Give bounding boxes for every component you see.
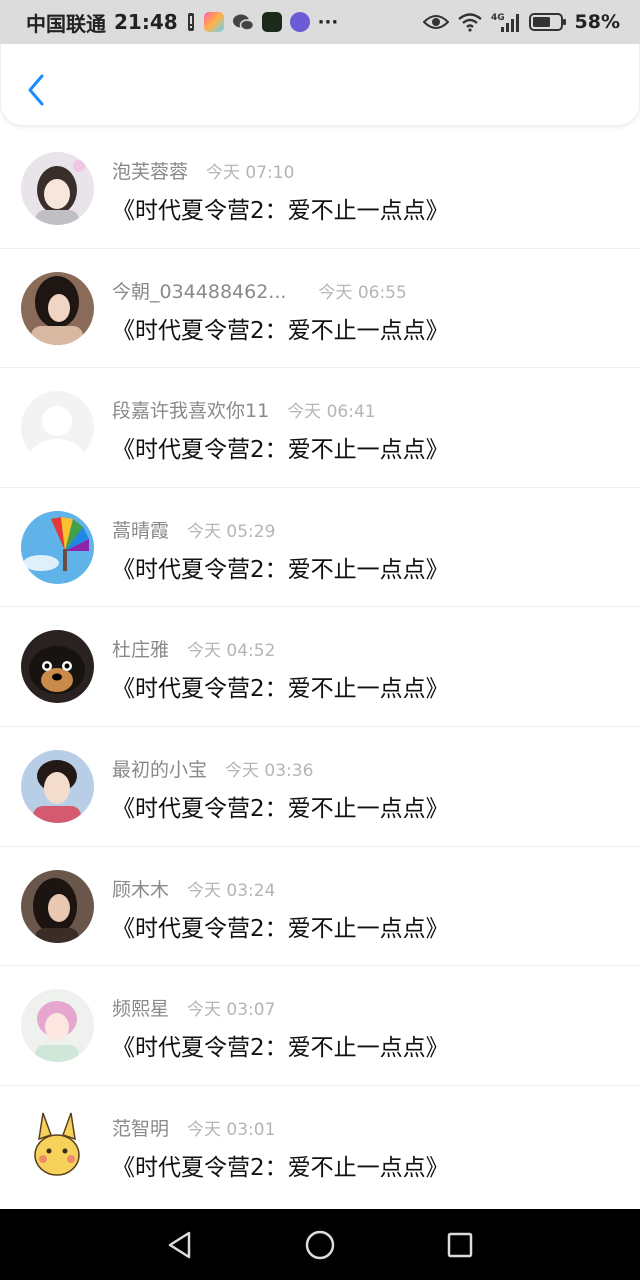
top-header [0, 44, 640, 126]
wifi-icon [457, 13, 482, 32]
carrier-name: 中国联通 [26, 11, 106, 36]
comment-text: 《时代夏令营2：爱不止一点点》 [112, 437, 449, 464]
comment-item[interactable]: 频熙星 今天 03:07 《时代夏令营2：爱不止一点点》 [0, 966, 640, 1086]
triangle-back-icon [168, 1231, 191, 1258]
comment-text: 《时代夏令营2：爱不止一点点》 [112, 556, 449, 583]
username[interactable]: 杜庄雅 [112, 635, 169, 662]
system-nav-bar [0, 1209, 640, 1280]
clock: 21:48 [114, 10, 178, 34]
status-bar: 中国联通 21:48 ··· 4G 58% [0, 0, 640, 44]
comment-meta: 蒿晴霞 今天 05:29 [112, 516, 275, 543]
battery-icon [528, 13, 566, 31]
comment-meta: 泡芙蓉蓉 今天 07:10 [112, 157, 294, 184]
timestamp: 今天 06:41 [287, 402, 376, 423]
battery-percent: 58% [574, 11, 620, 33]
comment-item[interactable]: 今朝_034488462... 今天 06:55 《时代夏令营2：爱不止一点点》 [0, 249, 640, 369]
comment-text: 《时代夏令营2：爱不止一点点》 [112, 1154, 449, 1181]
nav-recents-button[interactable] [440, 1225, 480, 1265]
username[interactable]: 最初的小宝 [112, 755, 207, 782]
avatar[interactable] [21, 630, 94, 704]
username[interactable]: 顾木木 [112, 875, 169, 902]
chevron-left-icon [28, 74, 44, 106]
avatar[interactable] [21, 510, 94, 584]
timestamp: 今天 03:24 [187, 880, 276, 901]
nav-back-button[interactable] [160, 1225, 200, 1265]
nav-home-button[interactable] [300, 1225, 340, 1265]
more-notifications-icon: ··· [317, 11, 339, 33]
status-right: 4G 58% [422, 11, 620, 33]
comment-item[interactable]: 段嘉许我喜欢你11 今天 06:41 《时代夏令营2：爱不止一点点》 [0, 368, 640, 488]
comment-meta: 杜庄雅 今天 04:52 [112, 635, 275, 662]
comment-item[interactable]: 泡芙蓉蓉 今天 07:10 《时代夏令营2：爱不止一点点》 [0, 129, 640, 249]
timestamp: 今天 04:52 [187, 641, 276, 662]
comment-item[interactable]: 最初的小宝 今天 03:36 《时代夏令营2：爱不止一点点》 [0, 727, 640, 847]
comment-text: 《时代夏令营2：爱不止一点点》 [112, 198, 449, 224]
comment-item[interactable]: 蒿晴霞 今天 05:29 《时代夏令营2：爱不止一点点》 [0, 488, 640, 608]
signal-4g-icon: 4G [491, 13, 519, 32]
comment-text: 《时代夏令营2：爱不止一点点》 [112, 795, 449, 822]
username[interactable]: 段嘉许我喜欢你11 [112, 396, 269, 423]
avatar[interactable] [21, 271, 94, 345]
timestamp: 今天 03:01 [187, 1119, 276, 1140]
music-app-icon [289, 12, 310, 32]
back-button[interactable] [19, 70, 53, 110]
eye-icon [422, 15, 449, 29]
app-notification-icon [203, 12, 224, 32]
avatar[interactable] [21, 869, 94, 943]
timestamp: 今天 07:10 [206, 163, 295, 183]
comment-text: 《时代夏令营2：爱不止一点点》 [112, 915, 449, 942]
comment-meta: 顾木木 今天 03:24 [112, 875, 275, 902]
square-recents-icon [447, 1232, 473, 1257]
username[interactable]: 频熙星 [112, 994, 169, 1021]
comment-item[interactable]: 杜庄雅 今天 04:52 《时代夏令营2：爱不止一点点》 [0, 607, 640, 727]
comment-text: 《时代夏令营2：爱不止一点点》 [112, 1035, 449, 1062]
comment-meta: 频熙星 今天 03:07 [112, 994, 275, 1021]
comment-meta: 最初的小宝 今天 03:36 [112, 755, 313, 782]
username[interactable]: 范智明 [112, 1114, 169, 1141]
comment-list[interactable]: 泡芙蓉蓉 今天 07:10 《时代夏令营2：爱不止一点点》 今朝_0344884… [0, 129, 640, 1209]
comment-meta: 今朝_034488462... 今天 06:55 [112, 277, 407, 304]
username[interactable]: 今朝_034488462... [112, 277, 286, 304]
comment-item[interactable]: 顾木木 今天 03:24 《时代夏令营2：爱不止一点点》 [0, 847, 640, 967]
avatar[interactable] [21, 152, 94, 225]
timestamp: 今天 03:07 [187, 1000, 276, 1021]
timestamp: 今天 05:29 [187, 521, 276, 542]
stock-app-icon [261, 12, 282, 32]
avatar[interactable] [21, 1108, 94, 1182]
network-type-label: 4G [491, 13, 505, 23]
username[interactable]: 蒿晴霞 [112, 516, 169, 543]
status-left: 中国联通 21:48 ··· [26, 8, 338, 37]
comment-text: 《时代夏令营2：爱不止一点点》 [112, 676, 449, 703]
alert-icon [187, 13, 194, 31]
timestamp: 今天 06:55 [318, 282, 407, 303]
avatar[interactable] [21, 391, 94, 465]
comment-item[interactable]: 范智明 今天 03:01 《时代夏令营2：爱不止一点点》 [0, 1086, 640, 1206]
comment-meta: 段嘉许我喜欢你11 今天 06:41 [112, 396, 376, 423]
wechat-icon [232, 14, 254, 31]
comment-meta: 范智明 今天 03:01 [112, 1114, 275, 1141]
circle-home-icon [305, 1230, 335, 1259]
comment-text: 《时代夏令营2：爱不止一点点》 [112, 317, 449, 344]
avatar[interactable] [21, 749, 94, 823]
timestamp: 今天 03:36 [225, 760, 314, 781]
avatar[interactable] [21, 989, 94, 1063]
username[interactable]: 泡芙蓉蓉 [112, 157, 188, 184]
